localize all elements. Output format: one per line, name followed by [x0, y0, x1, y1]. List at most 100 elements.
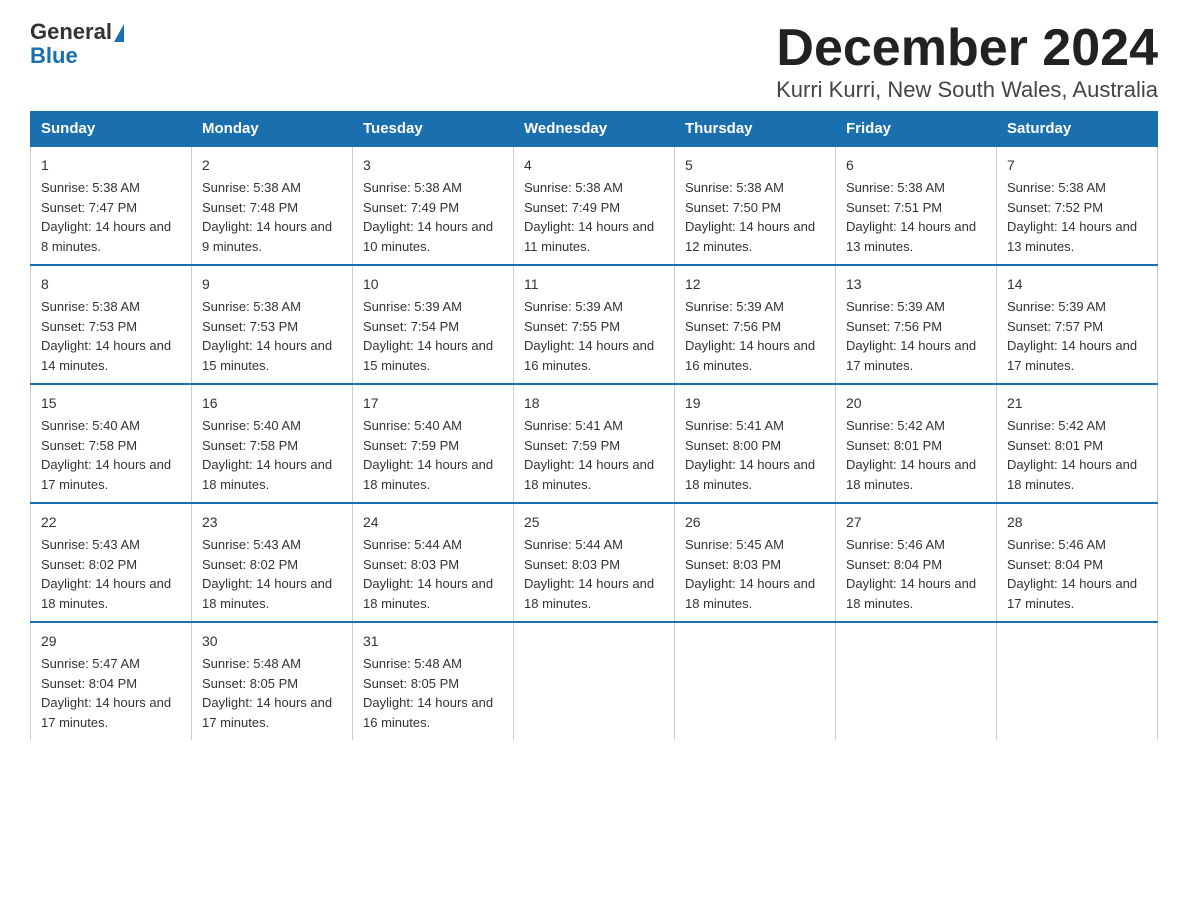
- calendar-cell: 6 Sunrise: 5:38 AMSunset: 7:51 PMDayligh…: [836, 146, 997, 265]
- day-number: 18: [524, 393, 664, 414]
- day-info: Sunrise: 5:48 AMSunset: 8:05 PMDaylight:…: [363, 656, 493, 730]
- calendar-week-1: 1 Sunrise: 5:38 AMSunset: 7:47 PMDayligh…: [31, 146, 1158, 265]
- calendar-cell: 15 Sunrise: 5:40 AMSunset: 7:58 PMDaylig…: [31, 384, 192, 503]
- logo-blue-text: Blue: [30, 44, 124, 68]
- calendar-cell: 26 Sunrise: 5:45 AMSunset: 8:03 PMDaylig…: [675, 503, 836, 622]
- day-number: 20: [846, 393, 986, 414]
- day-number: 1: [41, 155, 181, 176]
- day-number: 17: [363, 393, 503, 414]
- calendar-cell: 9 Sunrise: 5:38 AMSunset: 7:53 PMDayligh…: [192, 265, 353, 384]
- day-info: Sunrise: 5:38 AMSunset: 7:52 PMDaylight:…: [1007, 180, 1137, 254]
- day-info: Sunrise: 5:42 AMSunset: 8:01 PMDaylight:…: [1007, 418, 1137, 492]
- day-info: Sunrise: 5:39 AMSunset: 7:56 PMDaylight:…: [846, 299, 976, 373]
- day-number: 28: [1007, 512, 1147, 533]
- day-number: 29: [41, 631, 181, 652]
- day-number: 21: [1007, 393, 1147, 414]
- calendar-cell: 5 Sunrise: 5:38 AMSunset: 7:50 PMDayligh…: [675, 146, 836, 265]
- day-info: Sunrise: 5:44 AMSunset: 8:03 PMDaylight:…: [524, 537, 654, 611]
- day-info: Sunrise: 5:44 AMSunset: 8:03 PMDaylight:…: [363, 537, 493, 611]
- calendar-cell: 4 Sunrise: 5:38 AMSunset: 7:49 PMDayligh…: [514, 146, 675, 265]
- calendar-cell: 25 Sunrise: 5:44 AMSunset: 8:03 PMDaylig…: [514, 503, 675, 622]
- col-friday: Friday: [836, 112, 997, 147]
- day-number: 22: [41, 512, 181, 533]
- calendar-cell: 2 Sunrise: 5:38 AMSunset: 7:48 PMDayligh…: [192, 146, 353, 265]
- calendar-cell: 7 Sunrise: 5:38 AMSunset: 7:52 PMDayligh…: [997, 146, 1158, 265]
- day-number: 7: [1007, 155, 1147, 176]
- calendar-week-3: 15 Sunrise: 5:40 AMSunset: 7:58 PMDaylig…: [31, 384, 1158, 503]
- day-info: Sunrise: 5:40 AMSunset: 7:58 PMDaylight:…: [202, 418, 332, 492]
- col-sunday: Sunday: [31, 112, 192, 147]
- logo: General Blue: [30, 20, 124, 68]
- day-number: 10: [363, 274, 503, 295]
- logo-general-text: General: [30, 19, 112, 44]
- day-info: Sunrise: 5:38 AMSunset: 7:53 PMDaylight:…: [202, 299, 332, 373]
- day-info: Sunrise: 5:38 AMSunset: 7:53 PMDaylight:…: [41, 299, 171, 373]
- day-number: 6: [846, 155, 986, 176]
- calendar-cell: [514, 622, 675, 740]
- day-info: Sunrise: 5:38 AMSunset: 7:51 PMDaylight:…: [846, 180, 976, 254]
- calendar-header: Sunday Monday Tuesday Wednesday Thursday…: [31, 112, 1158, 147]
- day-info: Sunrise: 5:46 AMSunset: 8:04 PMDaylight:…: [1007, 537, 1137, 611]
- day-number: 27: [846, 512, 986, 533]
- calendar-cell: [997, 622, 1158, 740]
- calendar-cell: 11 Sunrise: 5:39 AMSunset: 7:55 PMDaylig…: [514, 265, 675, 384]
- calendar-week-5: 29 Sunrise: 5:47 AMSunset: 8:04 PMDaylig…: [31, 622, 1158, 740]
- day-number: 16: [202, 393, 342, 414]
- page-header: General Blue December 2024 Kurri Kurri, …: [30, 20, 1158, 103]
- calendar-cell: 1 Sunrise: 5:38 AMSunset: 7:47 PMDayligh…: [31, 146, 192, 265]
- day-info: Sunrise: 5:40 AMSunset: 7:58 PMDaylight:…: [41, 418, 171, 492]
- day-number: 14: [1007, 274, 1147, 295]
- calendar-cell: 19 Sunrise: 5:41 AMSunset: 8:00 PMDaylig…: [675, 384, 836, 503]
- calendar-cell: 28 Sunrise: 5:46 AMSunset: 8:04 PMDaylig…: [997, 503, 1158, 622]
- calendar-title: December 2024: [776, 20, 1158, 77]
- day-number: 23: [202, 512, 342, 533]
- calendar-cell: 20 Sunrise: 5:42 AMSunset: 8:01 PMDaylig…: [836, 384, 997, 503]
- day-info: Sunrise: 5:38 AMSunset: 7:47 PMDaylight:…: [41, 180, 171, 254]
- calendar-cell: 16 Sunrise: 5:40 AMSunset: 7:58 PMDaylig…: [192, 384, 353, 503]
- day-info: Sunrise: 5:47 AMSunset: 8:04 PMDaylight:…: [41, 656, 171, 730]
- calendar-cell: 17 Sunrise: 5:40 AMSunset: 7:59 PMDaylig…: [353, 384, 514, 503]
- day-number: 4: [524, 155, 664, 176]
- day-info: Sunrise: 5:42 AMSunset: 8:01 PMDaylight:…: [846, 418, 976, 492]
- day-number: 9: [202, 274, 342, 295]
- day-number: 19: [685, 393, 825, 414]
- day-number: 8: [41, 274, 181, 295]
- day-number: 13: [846, 274, 986, 295]
- logo-triangle-icon: [114, 24, 124, 42]
- col-monday: Monday: [192, 112, 353, 147]
- day-number: 11: [524, 274, 664, 295]
- header-row: Sunday Monday Tuesday Wednesday Thursday…: [31, 112, 1158, 147]
- day-number: 5: [685, 155, 825, 176]
- day-info: Sunrise: 5:39 AMSunset: 7:56 PMDaylight:…: [685, 299, 815, 373]
- calendar-cell: 13 Sunrise: 5:39 AMSunset: 7:56 PMDaylig…: [836, 265, 997, 384]
- day-number: 25: [524, 512, 664, 533]
- calendar-cell: [675, 622, 836, 740]
- day-info: Sunrise: 5:46 AMSunset: 8:04 PMDaylight:…: [846, 537, 976, 611]
- calendar-cell: 12 Sunrise: 5:39 AMSunset: 7:56 PMDaylig…: [675, 265, 836, 384]
- calendar-cell: 14 Sunrise: 5:39 AMSunset: 7:57 PMDaylig…: [997, 265, 1158, 384]
- calendar-cell: [836, 622, 997, 740]
- calendar-cell: 8 Sunrise: 5:38 AMSunset: 7:53 PMDayligh…: [31, 265, 192, 384]
- day-number: 3: [363, 155, 503, 176]
- calendar-table: Sunday Monday Tuesday Wednesday Thursday…: [30, 111, 1158, 740]
- col-saturday: Saturday: [997, 112, 1158, 147]
- day-info: Sunrise: 5:43 AMSunset: 8:02 PMDaylight:…: [41, 537, 171, 611]
- day-info: Sunrise: 5:43 AMSunset: 8:02 PMDaylight:…: [202, 537, 332, 611]
- day-number: 15: [41, 393, 181, 414]
- calendar-cell: 3 Sunrise: 5:38 AMSunset: 7:49 PMDayligh…: [353, 146, 514, 265]
- calendar-cell: 21 Sunrise: 5:42 AMSunset: 8:01 PMDaylig…: [997, 384, 1158, 503]
- day-info: Sunrise: 5:40 AMSunset: 7:59 PMDaylight:…: [363, 418, 493, 492]
- calendar-cell: 30 Sunrise: 5:48 AMSunset: 8:05 PMDaylig…: [192, 622, 353, 740]
- day-info: Sunrise: 5:39 AMSunset: 7:54 PMDaylight:…: [363, 299, 493, 373]
- day-info: Sunrise: 5:38 AMSunset: 7:50 PMDaylight:…: [685, 180, 815, 254]
- day-info: Sunrise: 5:41 AMSunset: 8:00 PMDaylight:…: [685, 418, 815, 492]
- day-number: 31: [363, 631, 503, 652]
- day-number: 26: [685, 512, 825, 533]
- calendar-week-2: 8 Sunrise: 5:38 AMSunset: 7:53 PMDayligh…: [31, 265, 1158, 384]
- calendar-week-4: 22 Sunrise: 5:43 AMSunset: 8:02 PMDaylig…: [31, 503, 1158, 622]
- col-tuesday: Tuesday: [353, 112, 514, 147]
- calendar-cell: 22 Sunrise: 5:43 AMSunset: 8:02 PMDaylig…: [31, 503, 192, 622]
- title-block: December 2024 Kurri Kurri, New South Wal…: [776, 20, 1158, 103]
- calendar-cell: 23 Sunrise: 5:43 AMSunset: 8:02 PMDaylig…: [192, 503, 353, 622]
- day-number: 2: [202, 155, 342, 176]
